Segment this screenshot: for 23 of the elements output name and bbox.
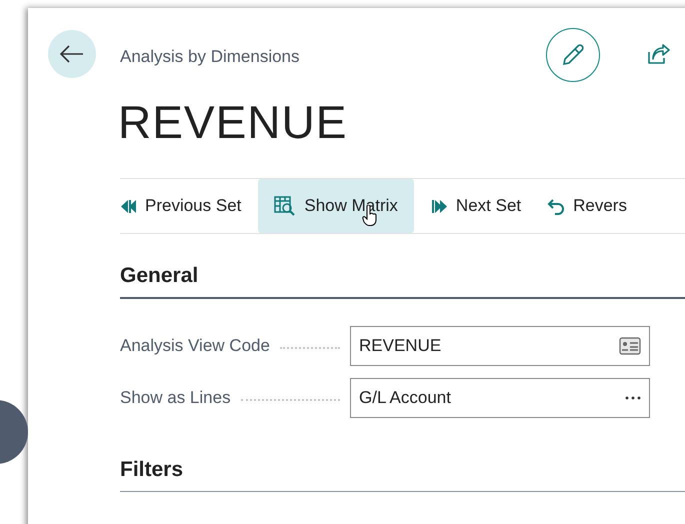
edit-button[interactable] bbox=[546, 28, 600, 82]
card-icon[interactable] bbox=[619, 337, 641, 355]
next-icon bbox=[430, 198, 448, 214]
pencil-icon bbox=[561, 43, 585, 67]
back-arrow-icon bbox=[60, 45, 84, 63]
field-label: Analysis View Code bbox=[120, 336, 270, 356]
section-title[interactable]: General bbox=[120, 264, 685, 299]
field-label: Show as Lines bbox=[120, 388, 231, 408]
page-title: REVENUE bbox=[118, 95, 348, 150]
input-field[interactable]: G/L Account bbox=[350, 378, 650, 418]
action-button[interactable]: Next Set bbox=[422, 179, 530, 233]
section-title[interactable]: Filters bbox=[120, 458, 685, 492]
more-icon[interactable] bbox=[625, 396, 641, 400]
back-button[interactable] bbox=[48, 30, 96, 78]
input-field[interactable]: REVENUE bbox=[350, 326, 650, 366]
previous-icon bbox=[120, 198, 137, 214]
share-icon bbox=[648, 44, 670, 64]
share-button[interactable] bbox=[648, 44, 670, 64]
action-button[interactable]: Revers bbox=[538, 179, 636, 233]
undo-icon bbox=[547, 198, 566, 214]
page-caption: Analysis by Dimensions bbox=[120, 47, 300, 67]
action-button[interactable]: Previous Set bbox=[120, 179, 250, 233]
grid-search-icon bbox=[274, 196, 296, 216]
